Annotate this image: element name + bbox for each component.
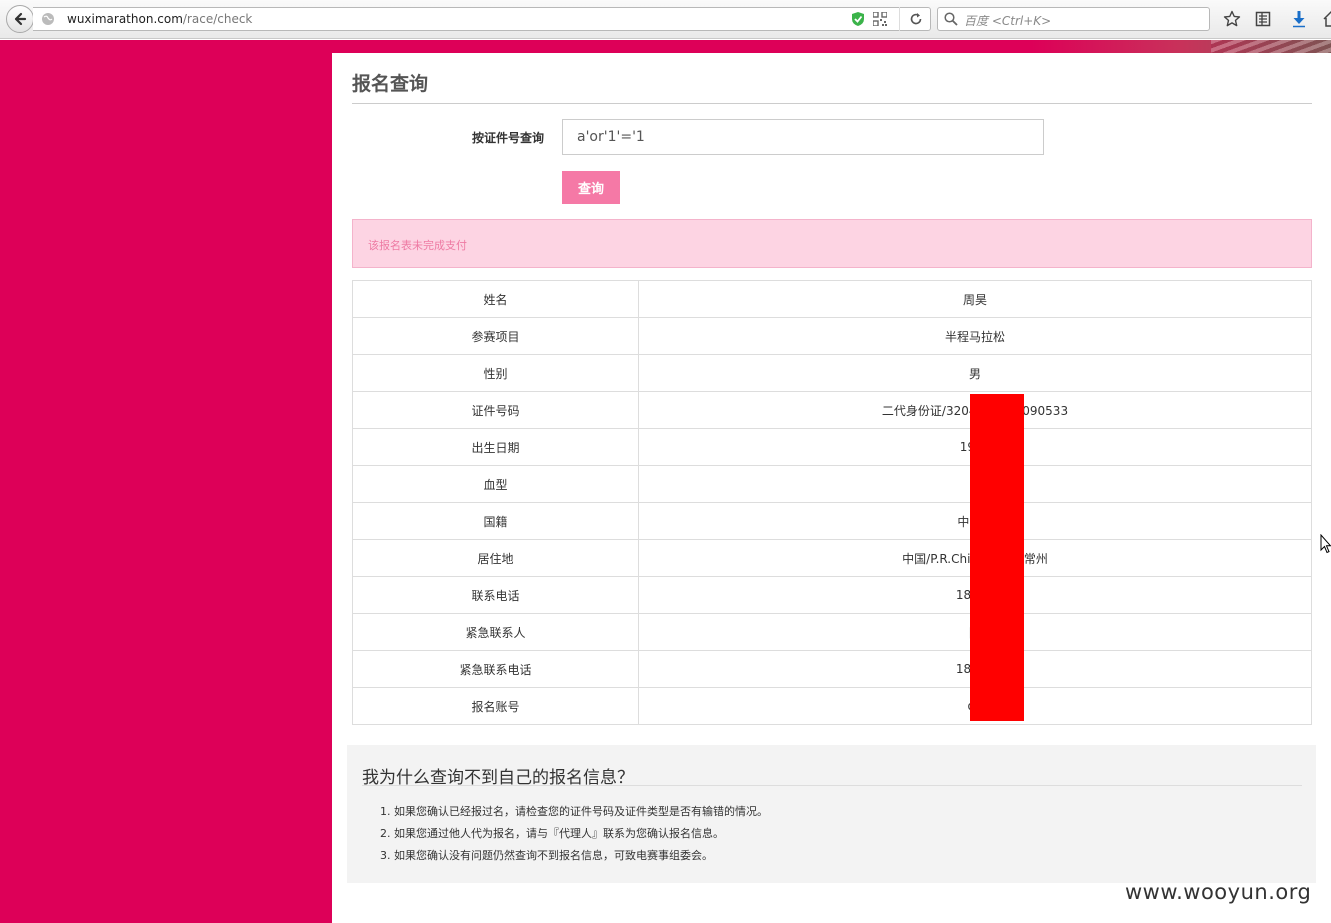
star-icon bbox=[1223, 10, 1241, 27]
row-key: 紧急联系人 bbox=[352, 613, 639, 651]
home-button[interactable] bbox=[1322, 10, 1331, 28]
mouse-cursor-icon bbox=[1320, 534, 1331, 554]
table-row: 证件号码 二代身份证/3204 2090533 bbox=[352, 391, 1312, 429]
row-key: 参赛项目 bbox=[352, 317, 639, 355]
url-path: /race/check bbox=[182, 12, 253, 26]
globe-icon bbox=[42, 13, 54, 25]
reload-button[interactable] bbox=[899, 7, 931, 31]
home-icon bbox=[1323, 10, 1331, 27]
row-value: 周昊 bbox=[638, 280, 1312, 318]
table-row: 姓名 周昊 bbox=[352, 280, 1312, 318]
faq-divider bbox=[362, 785, 1302, 786]
page-title: 报名查询 bbox=[352, 73, 429, 95]
table-row: 血型 bbox=[352, 465, 1312, 503]
title-divider bbox=[352, 103, 1312, 104]
registration-info-table: 姓名 周昊 参赛项目 半程马拉松 性别男 证件号码 二代身份证/3204 209053… bbox=[352, 280, 1312, 725]
payment-alert: 该报名表未完成支付 bbox=[352, 219, 1312, 268]
back-arrow-icon bbox=[14, 12, 27, 26]
row-key: 紧急联系电话 bbox=[352, 650, 639, 688]
reading-list-button[interactable] bbox=[1254, 10, 1272, 28]
table-row: 联系电话18706 bbox=[352, 576, 1312, 614]
list-item: 3. 如果您确认没有问题仍然查询不到报名信息，可致电赛事组委会。 bbox=[380, 849, 713, 862]
row-key: 居住地 bbox=[352, 539, 639, 577]
reading-list-icon bbox=[1255, 11, 1271, 27]
row-value: 半程马拉松 bbox=[638, 317, 1312, 355]
table-row: 紧急联系电话18362 bbox=[352, 650, 1312, 688]
back-button[interactable] bbox=[6, 5, 34, 33]
url-domain: wuximarathon.com bbox=[67, 12, 183, 26]
redaction-block bbox=[970, 394, 1024, 721]
table-row: 性别男 bbox=[352, 354, 1312, 392]
download-button[interactable] bbox=[1290, 10, 1308, 28]
table-row: 参赛项目 半程马拉松 bbox=[352, 317, 1312, 355]
search-placeholder: 百度 <Ctrl+K> bbox=[964, 14, 1052, 28]
table-row: 居住地 中国/P.R.Chin 常州 bbox=[352, 539, 1312, 577]
row-key: 姓名 bbox=[352, 280, 639, 318]
row-key: 联系电话 bbox=[352, 576, 639, 614]
id-number-input[interactable] bbox=[562, 119, 1044, 155]
shield-icon[interactable] bbox=[851, 11, 865, 27]
row-key: 证件号码 bbox=[352, 391, 639, 429]
left-brand-panel bbox=[0, 40, 332, 923]
bookmark-star-button[interactable] bbox=[1223, 10, 1241, 28]
search-icon bbox=[944, 12, 958, 26]
url-text[interactable]: wuximarathon.com/race/check bbox=[67, 12, 252, 26]
address-bar[interactable]: wuximarathon.com/race/check bbox=[33, 7, 931, 31]
top-brand-banner bbox=[332, 40, 1331, 53]
reload-icon bbox=[910, 13, 921, 25]
faq-list: 1. 如果您确认已经报过名，请检查您的证件号码及证件类型是否有输错的情况。 2.… bbox=[380, 803, 768, 869]
download-arrow-icon bbox=[1293, 11, 1305, 28]
table-row: 报名账号o2 bbox=[352, 687, 1312, 725]
id-query-label: 按证件号查询 bbox=[472, 131, 545, 145]
row-value: 男 bbox=[638, 354, 1312, 392]
row-key: 出生日期 bbox=[352, 428, 639, 466]
table-row: 国籍中国/P bbox=[352, 502, 1312, 540]
faq-panel: 我为什么查询不到自己的报名信息？ 1. 如果您确认已经报过名，请检查您的证件号码… bbox=[347, 745, 1316, 883]
table-row: 出生日期1991 bbox=[352, 428, 1312, 466]
list-item: 2. 如果您通过他人代为报名，请与『代理人』联系为您确认报名信息。 bbox=[380, 827, 724, 840]
row-key: 国籍 bbox=[352, 502, 639, 540]
banner-decoration bbox=[1211, 40, 1331, 53]
page-viewport: 报名查询 按证件号查询 查询 该报名表未完成支付 姓名周昊 参赛项目半程马拉松 … bbox=[0, 40, 1331, 923]
alert-text: 该报名表未完成支付 bbox=[368, 239, 467, 252]
row-key: 性别 bbox=[352, 354, 639, 392]
row-key: 报名账号 bbox=[352, 687, 639, 725]
watermark: www.wooyun.org bbox=[1125, 880, 1312, 904]
browser-toolbar: wuximarathon.com/race/check 百度 <Ctrl+K> bbox=[0, 0, 1331, 39]
table-row: 紧急联系人陈 bbox=[352, 613, 1312, 651]
list-item: 1. 如果您确认已经报过名，请检查您的证件号码及证件类型是否有输错的情况。 bbox=[380, 805, 768, 818]
search-bar[interactable]: 百度 <Ctrl+K> bbox=[937, 7, 1210, 31]
qr-code-icon[interactable] bbox=[873, 12, 887, 26]
row-key: 血型 bbox=[352, 465, 639, 503]
query-button[interactable]: 查询 bbox=[562, 171, 620, 204]
